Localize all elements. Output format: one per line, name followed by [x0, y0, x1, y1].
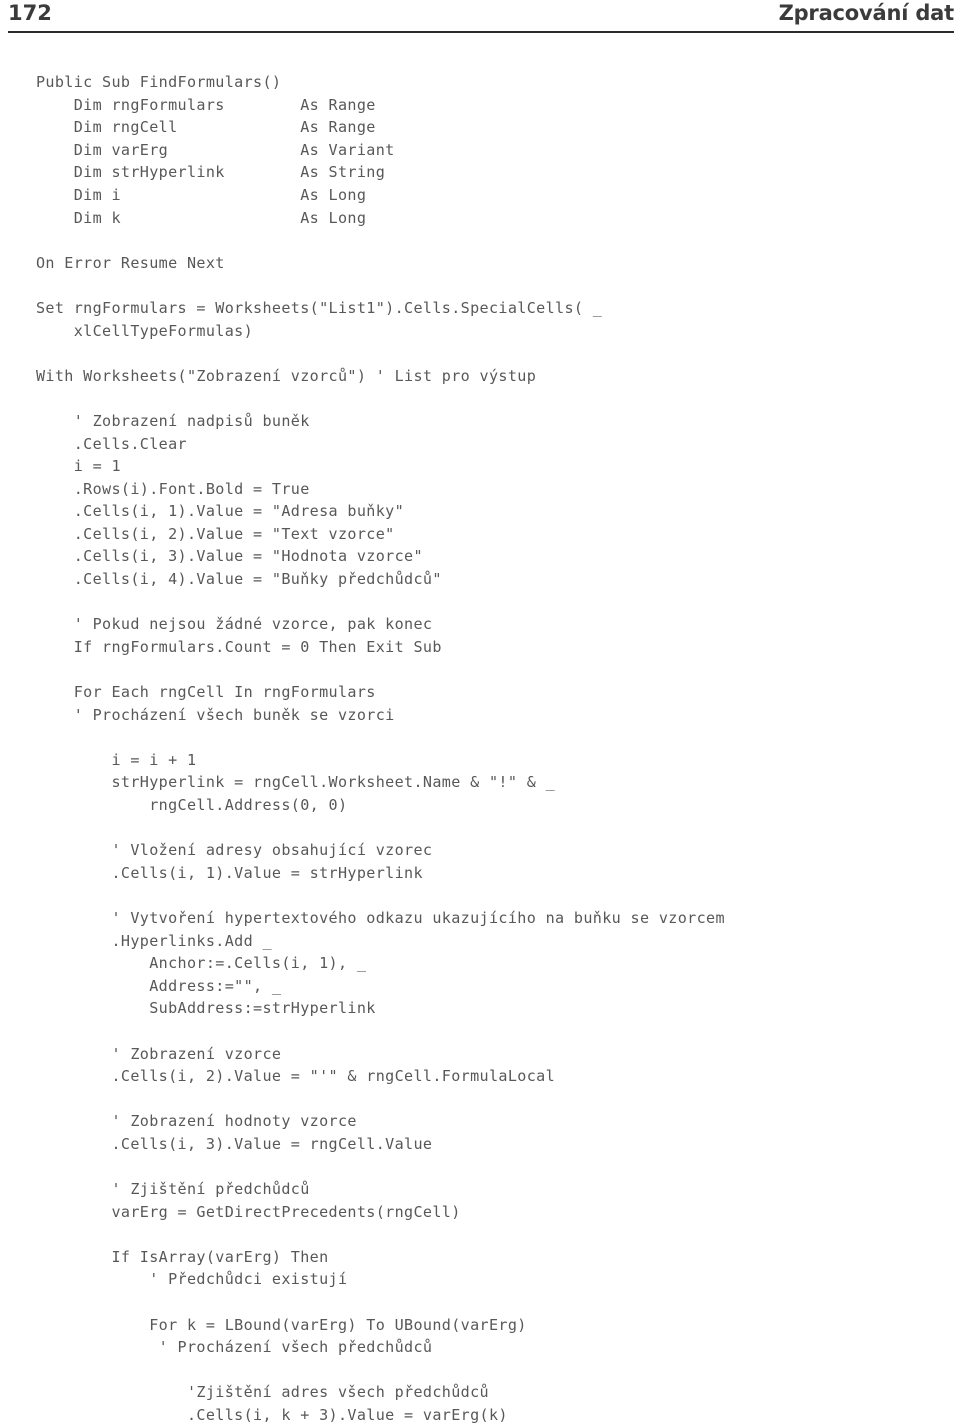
code-line: Address:="", _ — [36, 976, 282, 995]
code-line: SubAddress:=strHyperlink — [36, 999, 376, 1018]
code-line: .Cells(i, 1).Value = strHyperlink — [36, 863, 423, 882]
code-line: ' Zobrazení nadpisů buněk — [36, 411, 310, 430]
code-line: .Cells(i, 1).Value = "Adresa buňky" — [36, 502, 405, 521]
code-line: Dim varErg As Variant — [36, 140, 395, 159]
code-line: .Cells(i, 2).Value = "Text vzorce" — [36, 524, 395, 543]
code-line: i = 1 — [36, 457, 121, 476]
code-line: Dim i As Long — [36, 185, 367, 204]
code-line: Dim strHyperlink As String — [36, 163, 386, 182]
code-line: .Cells(i, k + 3).Value = varErg(k) — [36, 1406, 508, 1425]
page-title: Zpracování dat — [778, 1, 955, 25]
code-line: Anchor:=.Cells(i, 1), _ — [36, 954, 367, 973]
code-line: ' Zjištění předchůdců — [36, 1180, 310, 1199]
code-line: xlCellTypeFormulas) — [36, 321, 254, 340]
code-line: For Each rngCell In rngFormulars — [36, 683, 376, 702]
code-line: .Cells(i, 2).Value = "'" & rngCell.Formu… — [36, 1067, 556, 1086]
code-line: strHyperlink = rngCell.Worksheet.Name & … — [36, 773, 556, 792]
code-line: Dim rngFormulars As Range — [36, 95, 376, 114]
page-number: 172 — [8, 1, 52, 25]
code-line: .Hyperlinks.Add _ — [36, 931, 272, 950]
code-line: ' Pokud nejsou žádné vzorce, pak konec — [36, 615, 433, 634]
code-line: .Rows(i).Font.Bold = True — [36, 479, 310, 498]
code-line: i = i + 1 — [36, 750, 197, 769]
running-header: 172 Zpracování dat — [0, 0, 960, 42]
code-line: .Cells(i, 3).Value = rngCell.Value — [36, 1134, 433, 1153]
code-line: .Cells(i, 3).Value = "Hodnota vzorce" — [36, 547, 423, 566]
code-line: With Worksheets("Zobrazení vzorců") ' Li… — [36, 366, 537, 385]
code-line: ' Vložení adresy obsahující vzorec — [36, 841, 433, 860]
code-line: Set rngFormulars = Worksheets("List1").C… — [36, 298, 603, 317]
code-line: ' Procházení všech buněk se vzorci — [36, 705, 395, 724]
code-line: ' Zobrazení vzorce — [36, 1044, 282, 1063]
code-line: ' Procházení všech předchůdců — [36, 1338, 433, 1357]
code-line: Public Sub FindFormulars() — [36, 73, 282, 91]
code-line: Dim rngCell As Range — [36, 118, 376, 137]
code-line: ' Zobrazení hodnoty vzorce — [36, 1112, 357, 1131]
code-line: ' Vytvoření hypertextového odkazu ukazuj… — [36, 908, 725, 927]
code-line: For k = LBound(varErg) To UBound(varErg) — [36, 1315, 527, 1334]
code-line: On Error Resume Next — [36, 253, 225, 272]
code-line: Dim k As Long — [36, 208, 367, 227]
code-line: If IsArray(varErg) Then — [36, 1247, 329, 1266]
code-line: varErg = GetDirectPrecedents(rngCell) — [36, 1202, 461, 1221]
code-line: If rngFormulars.Count = 0 Then Exit Sub — [36, 637, 442, 656]
code-line: rngCell.Address(0, 0) — [36, 796, 348, 814]
document-page: 172 Zpracování dat Public Sub FindFormul… — [0, 0, 960, 1424]
code-line: .Cells.Clear — [36, 434, 187, 453]
header-divider — [8, 31, 954, 33]
code-listing: Public Sub FindFormulars() Dim rngFormul… — [36, 71, 956, 1427]
code-line: ' Předchůdci existují — [36, 1270, 348, 1289]
code-line: .Cells(i, 4).Value = "Buňky předchůdců" — [36, 570, 442, 589]
code-line: 'Zjištění adres všech předchůdců — [36, 1383, 489, 1402]
